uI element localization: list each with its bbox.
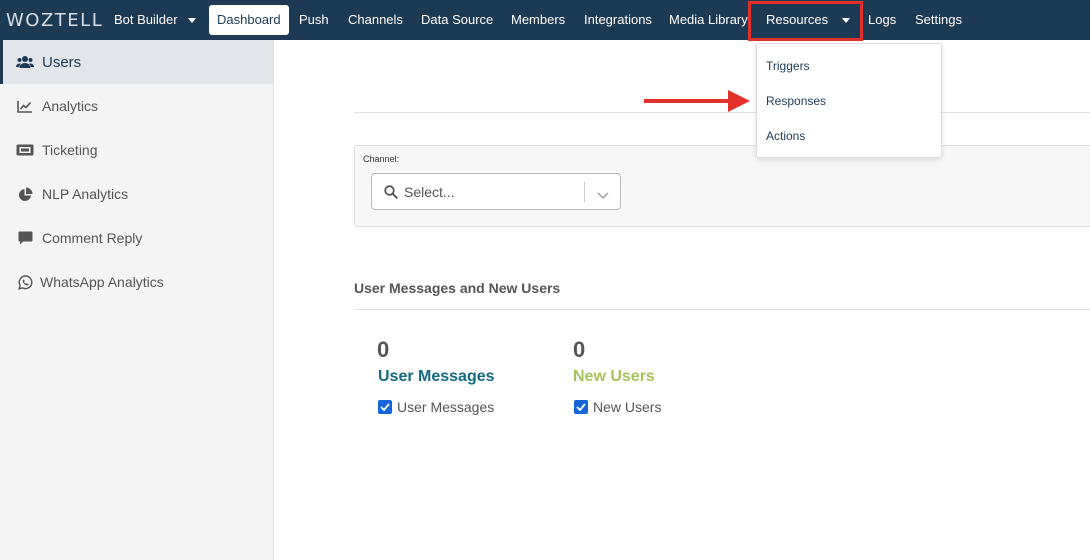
red-arrow-annotation [644, 90, 750, 112]
sidebar-item-label: Comment Reply [42, 230, 143, 246]
sidebar: Users Analytics Ticketing NLP Analytics … [0, 40, 274, 560]
sidebar-item-nlp-analytics[interactable]: NLP Analytics [0, 172, 273, 216]
legend-user-messages[interactable]: User Messages [378, 399, 494, 415]
menu-item-actions[interactable]: Actions [766, 129, 805, 143]
nav-push[interactable]: Push [299, 12, 329, 27]
users-icon [16, 54, 34, 70]
nav-channels[interactable]: Channels [348, 12, 403, 27]
search-icon [384, 185, 398, 204]
menu-item-triggers[interactable]: Triggers [766, 59, 810, 73]
nav-media-library[interactable]: Media Library [669, 12, 748, 27]
top-navbar: WOZTELL Bot Builder Dashboard Push Chann… [0, 0, 1090, 40]
channel-label: Channel: [363, 154, 400, 164]
sidebar-item-analytics[interactable]: Analytics [0, 84, 273, 128]
nav-logs[interactable]: Logs [868, 12, 896, 27]
checkbox-checked-icon[interactable] [574, 400, 588, 414]
section-divider [354, 309, 1090, 310]
sidebar-item-label: WhatsApp Analytics [40, 274, 164, 290]
caret-down-icon [187, 18, 196, 24]
resources-highlight-box [748, 1, 863, 41]
sidebar-item-comment-reply[interactable]: Comment Reply [0, 216, 273, 260]
nav-members[interactable]: Members [511, 12, 565, 27]
sidebar-item-users[interactable]: Users [0, 40, 273, 84]
sidebar-item-whatsapp-analytics[interactable]: WhatsApp Analytics [0, 260, 273, 304]
sidebar-item-label: Users [42, 53, 82, 71]
legend-new-users-label: New Users [593, 399, 662, 415]
sidebar-item-label: NLP Analytics [42, 186, 129, 202]
pie-chart-icon [16, 186, 34, 202]
chart-line-icon [16, 98, 34, 114]
checkbox-checked-icon[interactable] [378, 400, 392, 414]
nav-integrations[interactable]: Integrations [584, 12, 652, 27]
resources-dropdown-menu: Triggers Responses Actions [756, 43, 942, 158]
user-messages-label: User Messages [378, 368, 495, 385]
sidebar-item-label: Ticketing [42, 142, 98, 158]
sidebar-item-ticketing[interactable]: Ticketing [0, 128, 273, 172]
channel-select-placeholder: Select... [404, 184, 455, 200]
nav-bot-builder-label: Bot Builder [114, 12, 178, 27]
chevron-down-icon[interactable] [597, 187, 609, 205]
sidebar-item-label: Analytics [42, 98, 99, 114]
channel-select[interactable]: Select... [371, 173, 621, 210]
user-messages-count: 0 [377, 337, 390, 362]
whatsapp-icon [16, 274, 34, 290]
menu-item-responses[interactable]: Responses [766, 94, 826, 108]
new-users-label: New Users [573, 368, 655, 385]
nav-settings[interactable]: Settings [915, 12, 962, 27]
channel-filter-panel: Channel: Select... [354, 145, 1090, 227]
section-title: User Messages and New Users [354, 280, 561, 296]
comment-icon [16, 230, 34, 246]
legend-new-users[interactable]: New Users [574, 399, 661, 415]
woztell-logo[interactable]: WOZTELL [6, 10, 103, 31]
nav-bot-builder[interactable]: Bot Builder [114, 12, 196, 27]
nav-data-source[interactable]: Data Source [421, 12, 493, 27]
header-divider [354, 112, 1090, 113]
select-separator [584, 182, 585, 202]
nav-dashboard[interactable]: Dashboard [209, 5, 289, 35]
new-users-count: 0 [573, 337, 586, 362]
ticket-icon [16, 142, 34, 158]
legend-user-messages-label: User Messages [397, 399, 495, 415]
